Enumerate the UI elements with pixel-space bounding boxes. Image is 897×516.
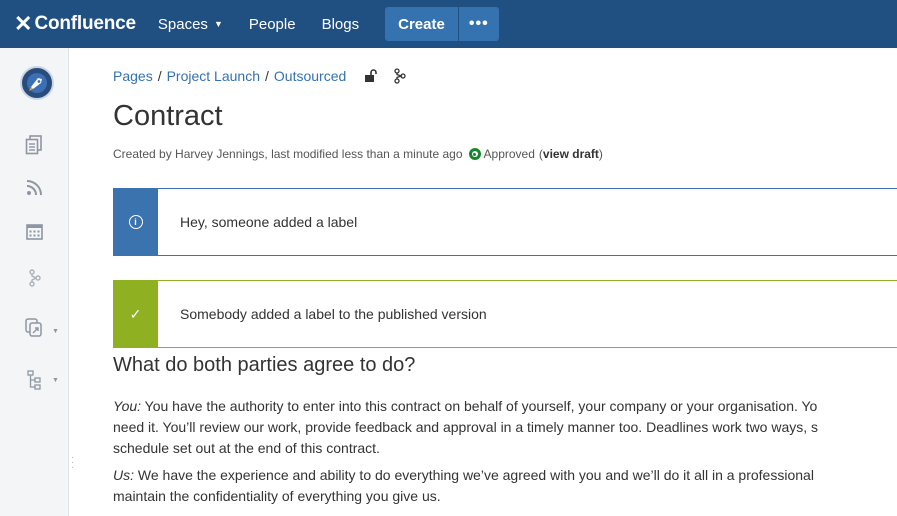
confluence-logo[interactable]: ✕ Confluence <box>14 13 136 35</box>
shortcut-icon[interactable] <box>25 318 45 337</box>
info-panel-text: Hey, someone added a label <box>180 214 358 230</box>
checkmark-icon: ✓ <box>129 305 142 322</box>
paragraph-us: Us: We have the experience and ability t… <box>113 465 897 507</box>
paragraph-you-label: You: <box>113 398 142 414</box>
space-avatar[interactable] <box>20 66 54 100</box>
info-panel-icon-bar: i <box>113 188 158 256</box>
breadcrumb-separator: / <box>265 68 269 84</box>
pages-icon[interactable] <box>25 135 43 155</box>
paragraph-you: You: You have the authority to enter int… <box>113 396 897 459</box>
unlock-icon[interactable] <box>364 69 378 83</box>
breadcrumb-pages[interactable]: Pages <box>113 68 153 84</box>
sidebar-resize-handle[interactable]: · · · <box>71 453 74 473</box>
byline-text: Created by Harvey Jennings, last modifie… <box>113 147 463 161</box>
section-heading: What do both parties agree to do? <box>113 354 416 376</box>
view-draft-link[interactable]: view draft <box>543 147 599 161</box>
approved-status-label: Approved <box>483 147 535 161</box>
confluence-logo-text: Confluence <box>34 13 136 34</box>
paragraph-us-line-1: Us: We have the experience and ability t… <box>113 465 897 486</box>
info-panel: i Hey, someone added a label <box>113 188 897 256</box>
success-panel: ✓ Somebody added a label to the publishe… <box>113 280 897 348</box>
page-title: Contract <box>113 100 223 132</box>
top-navigation-bar: ✕ Confluence Spaces ▼ People Blogs Creat… <box>0 0 897 48</box>
space-sidebar: ▼ ▼ <box>0 48 69 516</box>
approved-status-icon <box>468 148 481 160</box>
page-tree-chevron-down-icon[interactable]: ▼ <box>52 377 59 384</box>
paragraph-you-line-1: You: You have the authority to enter int… <box>113 396 897 417</box>
chevron-down-icon: ▼ <box>213 19 223 29</box>
breadcrumb-outsourced[interactable]: Outsourced <box>274 68 346 84</box>
view-draft-close-paren: ) <box>598 147 603 161</box>
page-tree-icon[interactable] <box>27 370 43 390</box>
people-link[interactable]: People <box>249 16 296 33</box>
blog-feed-icon[interactable] <box>26 179 43 196</box>
paragraph-us-text-1: We have the experience and ability to do… <box>134 467 814 483</box>
more-options-button[interactable]: ••• <box>458 7 499 41</box>
success-panel-text: Somebody added a label to the published … <box>180 306 487 322</box>
blogs-link[interactable]: Blogs <box>322 16 360 33</box>
page-byline: Created by Harvey Jennings, last modifie… <box>113 147 603 161</box>
workflow-icon[interactable] <box>394 68 406 84</box>
breadcrumb-separator: / <box>157 68 162 84</box>
success-panel-icon-bar: ✓ <box>113 280 158 348</box>
hierarchy-icon[interactable] <box>28 269 42 287</box>
paragraph-you-line-2: need it. You’ll review our work, provide… <box>113 419 819 435</box>
main-content: Pages / Project Launch / Outsourced Cont… <box>113 48 897 516</box>
paragraph-you-text-1: You have the authority to enter into thi… <box>141 398 818 414</box>
spaces-menu-label: Spaces <box>157 15 208 33</box>
breadcrumb-project-launch[interactable]: Project Launch <box>167 68 260 84</box>
spaces-menu[interactable]: Spaces ▼ <box>158 16 223 33</box>
rocket-icon <box>27 73 47 93</box>
calendar-icon[interactable] <box>26 223 43 240</box>
paragraph-us-label: Us: <box>113 467 134 483</box>
info-icon: i <box>128 215 143 229</box>
breadcrumb: Pages / Project Launch / Outsourced <box>113 68 406 84</box>
create-button[interactable]: Create <box>385 7 458 41</box>
paragraph-you-line-3: schedule set out at the end of this cont… <box>113 440 380 456</box>
shortcut-chevron-down-icon[interactable]: ▼ <box>52 328 59 335</box>
confluence-x-icon: ✕ <box>14 11 33 36</box>
paragraph-us-line-2: maintain the confidentiality of everythi… <box>113 488 441 504</box>
